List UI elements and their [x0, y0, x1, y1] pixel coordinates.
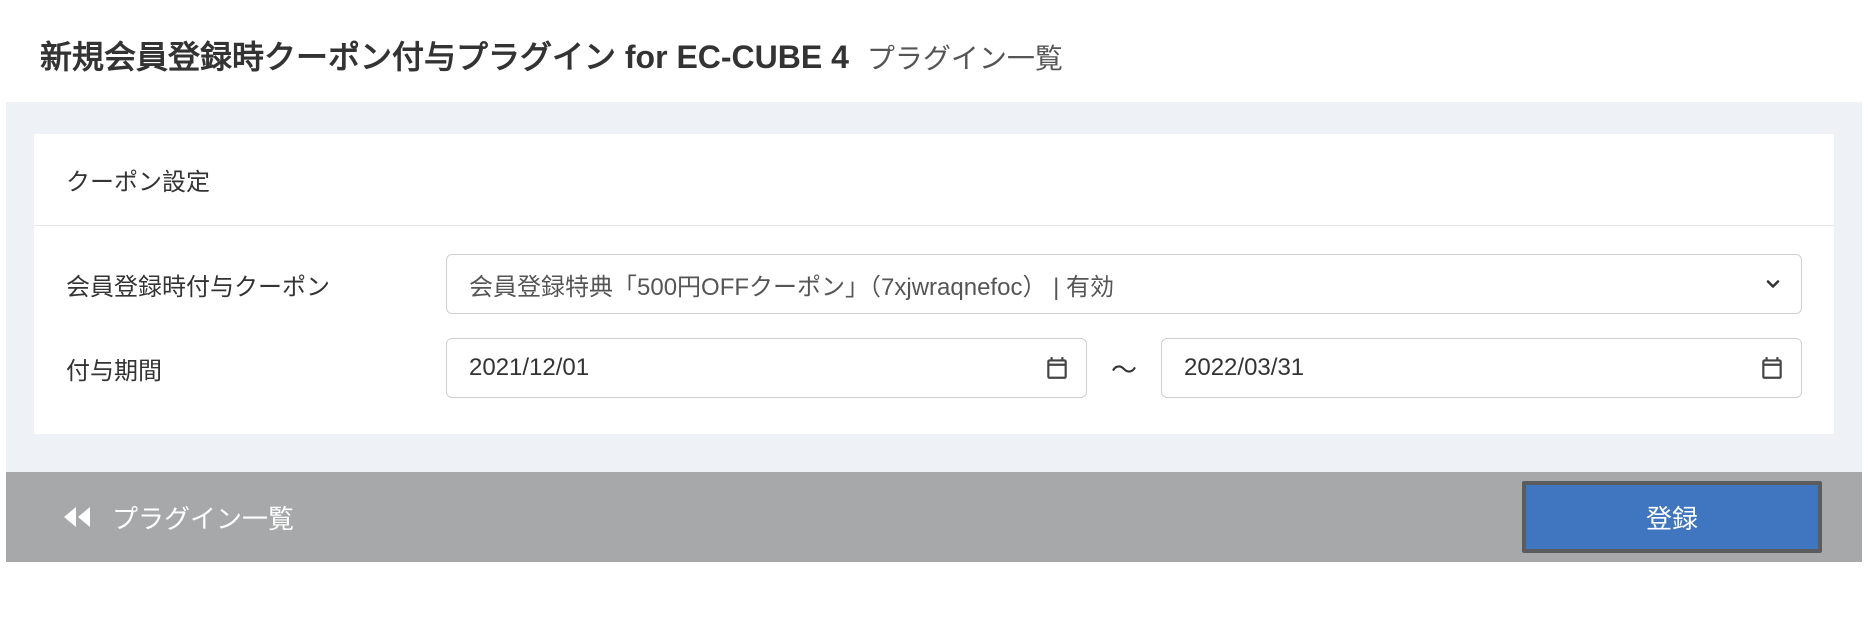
- back-link[interactable]: プラグイン一覧: [62, 499, 294, 536]
- period-label: 付与期間: [66, 351, 446, 386]
- coupon-row: 会員登録時付与クーポン 会員登録特典「500円OFFクーポン」（7xjwraqn…: [66, 254, 1802, 314]
- coupon-select[interactable]: 会員登録特典「500円OFFクーポン」（7xjwraqnefoc） | 有効: [446, 254, 1802, 314]
- submit-button-label: 登録: [1646, 499, 1698, 536]
- back-link-label: プラグイン一覧: [112, 499, 294, 536]
- card-header: クーポン設定: [34, 134, 1834, 226]
- date-end-value: 2022/03/31: [1184, 354, 1304, 382]
- coupon-select-value: 会員登録特典「500円OFFクーポン」（7xjwraqnefoc） | 有効: [469, 267, 1114, 302]
- content-area: クーポン設定 会員登録時付与クーポン 会員登録特典「500円OFFクーポン」（7…: [6, 102, 1862, 472]
- calendar-icon: [1044, 355, 1070, 381]
- card-title: クーポン設定: [66, 162, 1802, 197]
- page-header: 新規会員登録時クーポン付与プラグイン for EC-CUBE 4 プラグイン一覧: [0, 0, 1868, 102]
- card-body: 会員登録時付与クーポン 会員登録特典「500円OFFクーポン」（7xjwraqn…: [34, 226, 1834, 434]
- date-start-value: 2021/12/01: [469, 354, 589, 382]
- coupon-label: 会員登録時付与クーポン: [66, 267, 446, 302]
- period-row: 付与期間 2021/12/01 〜 2022/03/31: [66, 338, 1802, 398]
- date-end-input[interactable]: 2022/03/31: [1161, 338, 1802, 398]
- calendar-icon: [1759, 355, 1785, 381]
- page-subtitle: プラグイン一覧: [867, 37, 1063, 77]
- rewind-icon: [62, 504, 92, 530]
- submit-button[interactable]: 登録: [1522, 481, 1822, 553]
- footer-bar: プラグイン一覧 登録: [6, 472, 1862, 562]
- settings-card: クーポン設定 会員登録時付与クーポン 会員登録特典「500円OFFクーポン」（7…: [34, 134, 1834, 434]
- chevron-down-icon: [1763, 274, 1783, 294]
- date-start-input[interactable]: 2021/12/01: [446, 338, 1087, 398]
- range-separator: 〜: [1111, 350, 1137, 387]
- page-title: 新規会員登録時クーポン付与プラグイン for EC-CUBE 4: [40, 32, 849, 78]
